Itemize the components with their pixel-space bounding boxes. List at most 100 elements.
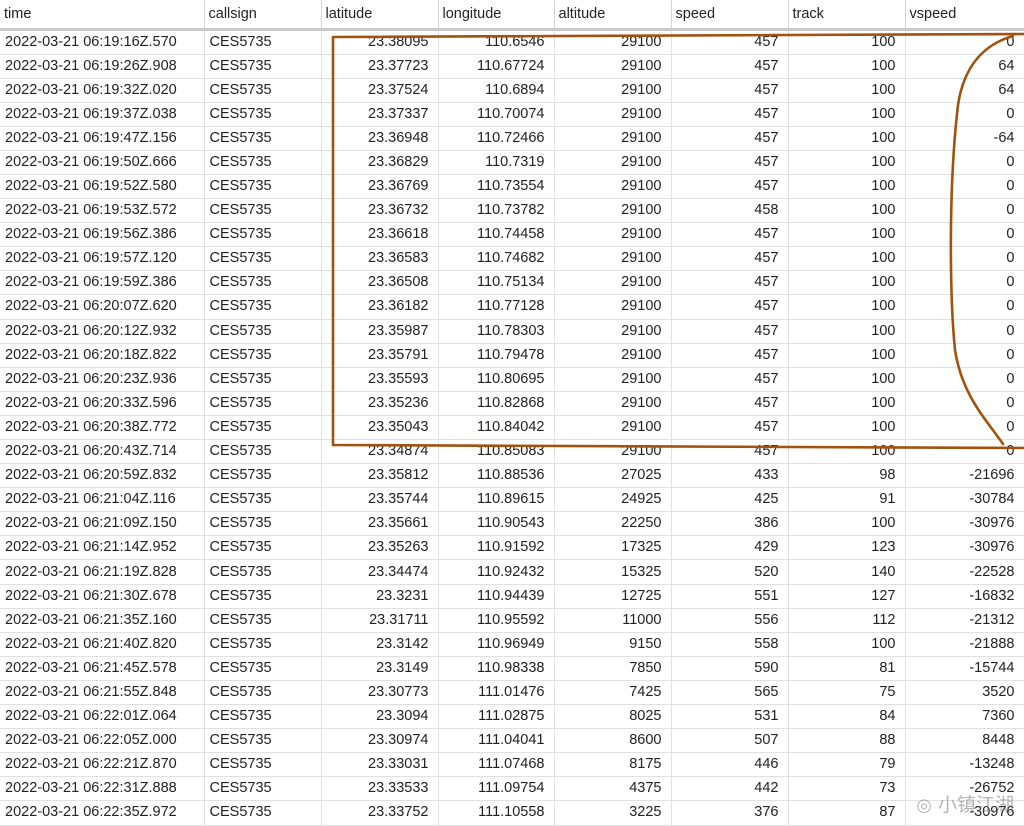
cell-altitude[interactable]: 29100 [554, 126, 672, 151]
cell-longitude[interactable]: 110.73554 [438, 174, 555, 200]
cell-vspeed[interactable]: -15744 [905, 656, 1024, 681]
cell-track[interactable]: 100 [788, 174, 906, 200]
cell-latitude[interactable]: 23.36732 [321, 198, 439, 224]
cell-altitude[interactable]: 15325 [554, 559, 672, 585]
cell-longitude[interactable]: 111.10558 [438, 800, 555, 826]
cell-speed[interactable]: 565 [671, 680, 789, 706]
cell-time[interactable]: 2022-03-21 06:22:21Z.870 [0, 752, 205, 778]
cell-time[interactable]: 2022-03-21 06:19:59Z.386 [0, 270, 205, 296]
cell-altitude[interactable]: 29100 [554, 198, 672, 224]
cell-time[interactable]: 2022-03-21 06:19:56Z.386 [0, 222, 205, 248]
cell-time[interactable]: 2022-03-21 06:19:57Z.120 [0, 246, 205, 272]
cell-vspeed[interactable]: 0 [905, 367, 1024, 392]
cell-altitude[interactable]: 29100 [554, 270, 672, 296]
cell-altitude[interactable]: 29100 [554, 439, 672, 465]
cell-vspeed[interactable]: 0 [905, 102, 1024, 127]
cell-vspeed[interactable]: 0 [905, 343, 1024, 368]
cell-latitude[interactable]: 23.35661 [321, 511, 439, 537]
cell-longitude[interactable]: 110.95592 [438, 608, 555, 633]
cell-altitude[interactable]: 29100 [554, 54, 672, 79]
cell-vspeed[interactable]: -21696 [905, 463, 1024, 489]
cell-latitude[interactable]: 23.38095 [321, 29, 439, 55]
cell-track[interactable]: 91 [788, 487, 906, 513]
cell-vspeed[interactable]: 64 [905, 78, 1024, 103]
cell-speed[interactable]: 442 [671, 776, 789, 802]
cell-callsign[interactable]: CES5735 [204, 776, 322, 802]
cell-speed[interactable]: 507 [671, 728, 789, 754]
cell-track[interactable]: 84 [788, 704, 906, 730]
cell-speed[interactable]: 457 [671, 391, 789, 416]
cell-altitude[interactable]: 22250 [554, 511, 672, 537]
cell-speed[interactable]: 433 [671, 463, 789, 489]
cell-time[interactable]: 2022-03-21 06:20:33Z.596 [0, 391, 205, 416]
cell-longitude[interactable]: 111.02875 [438, 704, 555, 730]
column-header-vspeed[interactable]: vspeed [905, 0, 1024, 31]
cell-track[interactable]: 100 [788, 319, 906, 344]
cell-speed[interactable]: 457 [671, 174, 789, 200]
cell-latitude[interactable]: 23.37337 [321, 102, 439, 127]
cell-vspeed[interactable]: -13248 [905, 752, 1024, 778]
column-header-latitude[interactable]: latitude [321, 0, 439, 31]
cell-speed[interactable]: 425 [671, 487, 789, 513]
cell-latitude[interactable]: 23.36769 [321, 174, 439, 200]
cell-latitude[interactable]: 23.36583 [321, 246, 439, 272]
cell-latitude[interactable]: 23.35987 [321, 319, 439, 344]
cell-track[interactable]: 100 [788, 343, 906, 368]
cell-track[interactable]: 100 [788, 294, 906, 320]
cell-speed[interactable]: 457 [671, 78, 789, 103]
cell-speed[interactable]: 520 [671, 559, 789, 585]
cell-vspeed[interactable]: 0 [905, 270, 1024, 296]
cell-time[interactable]: 2022-03-21 06:21:55Z.848 [0, 680, 205, 706]
cell-time[interactable]: 2022-03-21 06:20:07Z.620 [0, 294, 205, 320]
cell-latitude[interactable]: 23.36618 [321, 222, 439, 248]
cell-longitude[interactable]: 110.73782 [438, 198, 555, 224]
cell-altitude[interactable]: 29100 [554, 174, 672, 200]
cell-longitude[interactable]: 110.75134 [438, 270, 555, 296]
cell-callsign[interactable]: CES5735 [204, 367, 322, 392]
cell-track[interactable]: 100 [788, 29, 906, 55]
cell-latitude[interactable]: 23.37524 [321, 78, 439, 103]
cell-vspeed[interactable]: 0 [905, 391, 1024, 416]
cell-longitude[interactable]: 110.84042 [438, 415, 555, 441]
cell-altitude[interactable]: 29100 [554, 319, 672, 344]
cell-callsign[interactable]: CES5735 [204, 415, 322, 441]
cell-altitude[interactable]: 8025 [554, 704, 672, 730]
cell-longitude[interactable]: 110.91592 [438, 535, 555, 561]
cell-track[interactable]: 100 [788, 126, 906, 151]
cell-track[interactable]: 100 [788, 198, 906, 224]
cell-vspeed[interactable]: 0 [905, 150, 1024, 175]
cell-time[interactable]: 2022-03-21 06:20:59Z.832 [0, 463, 205, 489]
cell-track[interactable]: 100 [788, 270, 906, 296]
cell-speed[interactable]: 457 [671, 246, 789, 272]
cell-callsign[interactable]: CES5735 [204, 319, 322, 344]
cell-callsign[interactable]: CES5735 [204, 487, 322, 513]
cell-callsign[interactable]: CES5735 [204, 439, 322, 465]
cell-speed[interactable]: 457 [671, 439, 789, 465]
cell-track[interactable]: 112 [788, 608, 906, 633]
cell-altitude[interactable]: 12725 [554, 584, 672, 609]
cell-latitude[interactable]: 23.36948 [321, 126, 439, 151]
cell-vspeed[interactable]: 0 [905, 415, 1024, 441]
cell-time[interactable]: 2022-03-21 06:22:31Z.888 [0, 776, 205, 802]
cell-vspeed[interactable]: 0 [905, 29, 1024, 55]
cell-latitude[interactable]: 23.30974 [321, 728, 439, 754]
cell-altitude[interactable]: 29100 [554, 415, 672, 441]
cell-speed[interactable]: 531 [671, 704, 789, 730]
cell-longitude[interactable]: 110.90543 [438, 511, 555, 537]
cell-callsign[interactable]: CES5735 [204, 246, 322, 272]
cell-longitude[interactable]: 110.88536 [438, 463, 555, 489]
cell-speed[interactable]: 558 [671, 632, 789, 657]
cell-vspeed[interactable]: 0 [905, 198, 1024, 224]
cell-altitude[interactable]: 7425 [554, 680, 672, 706]
cell-time[interactable]: 2022-03-21 06:19:37Z.038 [0, 102, 205, 127]
cell-callsign[interactable]: CES5735 [204, 343, 322, 368]
cell-callsign[interactable]: CES5735 [204, 54, 322, 79]
cell-speed[interactable]: 457 [671, 415, 789, 441]
cell-speed[interactable]: 457 [671, 150, 789, 175]
cell-speed[interactable]: 457 [671, 222, 789, 248]
cell-speed[interactable]: 457 [671, 367, 789, 392]
cell-time[interactable]: 2022-03-21 06:22:35Z.972 [0, 800, 205, 826]
cell-time[interactable]: 2022-03-21 06:20:12Z.932 [0, 319, 205, 344]
cell-longitude[interactable]: 110.80695 [438, 367, 555, 392]
cell-longitude[interactable]: 110.67724 [438, 54, 555, 79]
